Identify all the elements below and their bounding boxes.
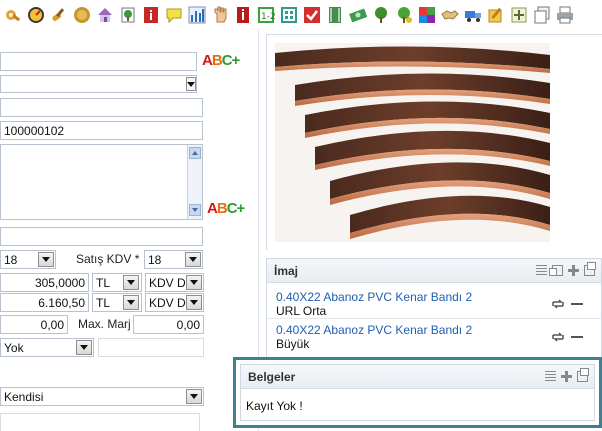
chart-icon[interactable]: [188, 6, 206, 24]
code-field[interactable]: 100000102: [0, 121, 203, 140]
add-icon[interactable]: [510, 6, 528, 24]
kdv-value: 18: [4, 252, 18, 267]
price1-field[interactable]: 305,0000: [0, 273, 89, 292]
house-icon[interactable]: [96, 6, 114, 24]
kdv-type2-value: KDV D: [149, 295, 186, 310]
imaj-row[interactable]: 0.40X22 Abanoz PVC Kenar Bandı 2 Büyük: [267, 320, 601, 354]
notes-textarea[interactable]: [0, 144, 203, 220]
currency1-dropdown[interactable]: [123, 275, 139, 290]
name-field[interactable]: [0, 52, 197, 71]
bottom-field[interactable]: [0, 413, 200, 431]
belgeler-title: Belgeler: [248, 369, 296, 384]
kdv-dropdown[interactable]: [38, 252, 54, 267]
min-marj-field[interactable]: 0,00: [0, 315, 68, 334]
product-editor: 1-2 ABC+ 100000102 ABC+ 18 Satış KDV * 1…: [0, 0, 602, 431]
price2-value: 6.160,50: [38, 295, 85, 310]
duplicate-icon[interactable]: [549, 265, 563, 276]
product-image-panel: [266, 34, 602, 251]
satis-kdv-label: Satış KDV *: [76, 252, 140, 266]
wrench-icon[interactable]: [4, 6, 22, 24]
handshake-icon[interactable]: [441, 6, 459, 24]
delete-icon[interactable]: [570, 297, 584, 311]
brush-icon[interactable]: [50, 6, 68, 24]
gauge-icon[interactable]: [27, 6, 45, 24]
description-field[interactable]: [0, 98, 203, 117]
add-icon[interactable]: [568, 265, 579, 276]
yok-extra-field[interactable]: [98, 338, 204, 357]
imaj-row[interactable]: 0.40X22 Abanoz PVC Kenar Bandı 2 URL Ort…: [267, 285, 601, 319]
truck-icon[interactable]: [464, 6, 482, 24]
imaj-size: URL Orta: [276, 304, 327, 318]
kdv-type1-dropdown[interactable]: [186, 275, 202, 290]
satis-kdv-value: 18: [148, 252, 162, 267]
svg-text:1-2: 1-2: [261, 12, 275, 22]
tree-doc-icon[interactable]: [119, 6, 137, 24]
kendisi-value: Kendisi: [4, 389, 44, 404]
max-marj-field[interactable]: 0,00: [133, 315, 204, 334]
max-marj-value: 0,00: [176, 317, 200, 332]
satis-kdv-dropdown[interactable]: [185, 252, 201, 267]
calculator-icon[interactable]: [280, 6, 298, 24]
tree-icon[interactable]: [372, 6, 390, 24]
info-red-icon[interactable]: [234, 6, 252, 24]
max-marj-label: Max. Marj: [78, 317, 131, 331]
note-icon[interactable]: [165, 6, 183, 24]
price2-field[interactable]: 6.160,50: [0, 293, 89, 312]
kendisi-dropdown[interactable]: [186, 389, 202, 404]
info-icon[interactable]: [142, 6, 160, 24]
more-button[interactable]: [186, 77, 196, 91]
one-two-icon[interactable]: 1-2: [257, 6, 275, 24]
checklist-icon[interactable]: [303, 6, 321, 24]
code-value: 100000102: [4, 123, 65, 138]
yok-value: Yok: [4, 340, 24, 355]
list-icon[interactable]: [545, 371, 556, 382]
imaj-title: İmaj: [274, 263, 299, 278]
refresh-icon[interactable]: [551, 297, 565, 311]
edit-icon[interactable]: [487, 6, 505, 24]
currency1-value: TL: [96, 275, 111, 290]
currency2-value: TL: [96, 295, 111, 310]
toolbar: 1-2: [0, 0, 602, 30]
belgeler-header: Belgeler: [241, 365, 594, 389]
delete-icon[interactable]: [570, 330, 584, 344]
product-photo[interactable]: [267, 35, 602, 251]
refresh-icon[interactable]: [551, 330, 565, 344]
hand-icon[interactable]: [211, 6, 229, 24]
copy-icon[interactable]: [533, 6, 551, 24]
min-marj-value: 0,00: [40, 317, 64, 332]
list-icon[interactable]: [536, 265, 547, 276]
film-icon[interactable]: [326, 6, 344, 24]
abc-spellcheck-icon[interactable]: ABC+: [202, 53, 240, 68]
cash-icon[interactable]: [349, 6, 367, 24]
kdv-type1-value: KDV D: [149, 275, 186, 290]
notes-scrollbar[interactable]: [187, 145, 202, 219]
abc-spellcheck-icon-2[interactable]: ABC+: [207, 201, 245, 216]
imaj-panel: İmaj 0.40X22 Abanoz PVC Kenar Bandı 2 UR…: [266, 258, 602, 358]
scroll-down-icon[interactable]: [189, 204, 201, 216]
price1-value: 305,0000: [34, 275, 85, 290]
belgeler-panel: Belgeler Kayıt Yok !: [233, 357, 602, 428]
name2-field[interactable]: [0, 75, 197, 93]
coin-icon[interactable]: [73, 6, 91, 24]
color-grid-icon[interactable]: [418, 6, 436, 24]
tree-money-icon[interactable]: [395, 6, 413, 24]
extra-field[interactable]: [0, 227, 203, 246]
window-icon[interactable]: [584, 262, 596, 276]
kdv-type2-dropdown[interactable]: [186, 295, 202, 310]
belgeler-inner: Belgeler Kayıt Yok !: [240, 364, 595, 421]
window-icon[interactable]: [577, 368, 589, 382]
yok-dropdown[interactable]: [76, 340, 92, 355]
kendisi-select[interactable]: Kendisi: [0, 387, 204, 406]
belgeler-empty-text: Kayıt Yok !: [246, 399, 303, 413]
imaj-link[interactable]: 0.40X22 Abanoz PVC Kenar Bandı 2: [276, 323, 472, 337]
imaj-link[interactable]: 0.40X22 Abanoz PVC Kenar Bandı 2: [276, 290, 472, 304]
imaj-header: İmaj: [267, 259, 601, 283]
imaj-size: Büyük: [276, 337, 310, 351]
scroll-up-icon[interactable]: [189, 147, 201, 159]
add-icon[interactable]: [561, 371, 572, 382]
currency2-dropdown[interactable]: [123, 295, 139, 310]
print-icon[interactable]: [556, 6, 574, 24]
